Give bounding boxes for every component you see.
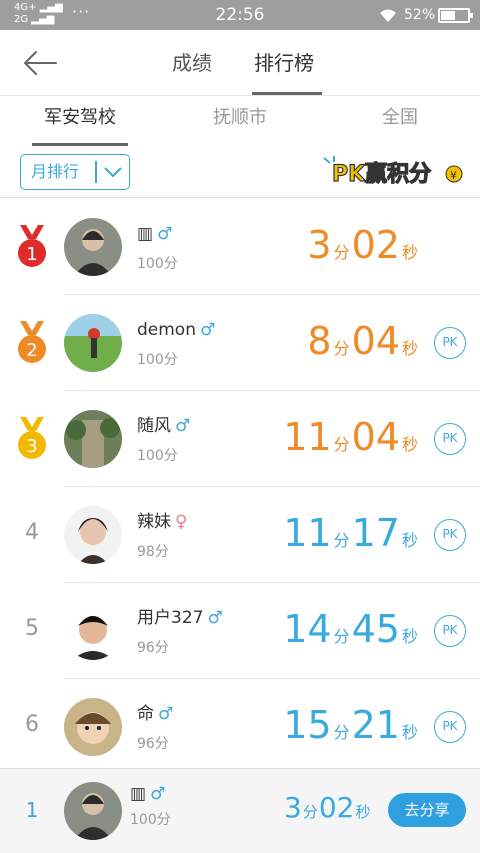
my-score: 100分 [130,812,171,828]
male-icon: ♂ [157,224,173,244]
battery-percent: 52% [404,7,436,23]
username: 命 ♂ [137,704,174,724]
region-tab-city[interactable]: 抚顺市 [190,106,290,130]
user-score: 100分 [137,352,178,368]
svg-text:PK赢积分: PK赢积分 [332,161,431,187]
my-time: 3分02秒 [284,791,371,824]
period-dropdown-label: 月排行 [31,162,80,181]
rank-number: 6 [25,712,39,737]
my-rank-bar: 1 ▥ ♂ 100分 3分02秒 去分享 [0,768,480,853]
region-tab-school[interactable]: 军安驾校 [30,106,130,130]
avatar[interactable] [64,602,122,660]
tab-leaderboard[interactable]: 排行榜 [254,50,314,76]
exam-time: 11 分17 秒 [283,511,418,555]
filter-row: 月排行 PK赢积分 ¥ [0,146,480,198]
pk-button[interactable]: PK [434,615,466,647]
status-bar: 4G+ ▂▄▆ 2G ▂▄▆ ··· 22:56 52% [0,0,480,30]
pk-button[interactable]: PK [434,519,466,551]
male-icon: ♂ [175,416,191,436]
avatar[interactable] [64,314,122,372]
user-score: 96分 [137,640,169,656]
leaderboard-row[interactable]: 5 用户327 ♂ 96分 14 分45 秒 PK [0,583,480,679]
pk-button[interactable]: PK [434,423,466,455]
male-icon: ♂ [150,784,166,804]
exam-time: 15 分21 秒 [283,703,418,747]
username: 辣妹 ♀ [137,512,188,532]
share-button[interactable]: 去分享 [388,793,466,827]
exam-time: 8 分04 秒 [307,319,418,363]
battery-level [441,11,455,20]
male-icon: ♂ [158,704,174,724]
exam-time: 14 分45 秒 [283,607,418,651]
exam-time: 3 分02 秒 [307,223,418,267]
svg-text:¥: ¥ [450,169,457,182]
rank-number: 4 [25,520,39,545]
my-rank-number: 1 [25,798,39,822]
back-arrow-icon[interactable] [22,50,58,76]
leaderboard-row[interactable]: 6 命 ♂ 96分 15 分21 秒 PK [0,679,480,775]
rank-number: 5 [25,616,39,641]
my-username: ▥ ♂ [130,784,166,804]
medal-rank-number: 2 [26,340,37,361]
leaderboard-row[interactable]: 2 demon ♂ 100分 8 分04 秒 PK [0,295,480,391]
nav-header: 成绩 排行榜 [0,30,480,96]
avatar[interactable] [64,410,122,468]
leaderboard-row[interactable]: 3 随风 ♂ 100分 11 分04 秒 PK [0,391,480,487]
my-avatar[interactable] [64,782,122,840]
active-tab-indicator [252,92,322,95]
male-icon: ♂ [200,320,216,340]
pk-button[interactable]: PK [434,327,466,359]
user-score: 100分 [137,448,178,464]
avatar[interactable] [64,506,122,564]
avatar[interactable] [64,698,122,756]
username: ▥ ♂ [137,224,173,244]
user-score: 98分 [137,544,169,560]
chevron-down-icon [104,167,122,178]
user-score: 100分 [137,256,178,272]
exam-time: 11 分04 秒 [283,415,418,459]
medal-icon: 3 [18,417,46,459]
leaderboard-row[interactable]: 1 ▥ ♂ 100分 3 分02 秒 [0,199,480,295]
region-tab-national[interactable]: 全国 [350,106,450,130]
medal-icon: 1 [18,225,46,267]
period-dropdown[interactable]: 月排行 [20,154,130,190]
leaderboard-row[interactable]: 4 辣妹 ♀ 98分 11 分17 秒 PK [0,487,480,583]
region-tabs: 军安驾校 抚顺市 全国 [0,96,480,146]
wifi-icon [380,9,396,22]
medal-rank-number: 1 [26,244,37,265]
female-icon: ♀ [175,512,188,532]
dropdown-divider [95,161,97,183]
male-icon: ♂ [207,608,223,628]
user-score: 96分 [137,736,169,752]
avatar[interactable] [64,218,122,276]
medal-rank-number: 3 [26,436,37,457]
username: demon ♂ [137,320,216,340]
username: 用户327 ♂ [137,608,223,628]
tab-scores[interactable]: 成绩 [172,50,212,76]
pk-bonus-logo[interactable]: PK赢积分 ¥ [320,154,466,188]
medal-icon: 2 [18,321,46,363]
pk-button[interactable]: PK [434,711,466,743]
battery-icon [438,8,473,23]
username: 随风 ♂ [137,416,191,436]
